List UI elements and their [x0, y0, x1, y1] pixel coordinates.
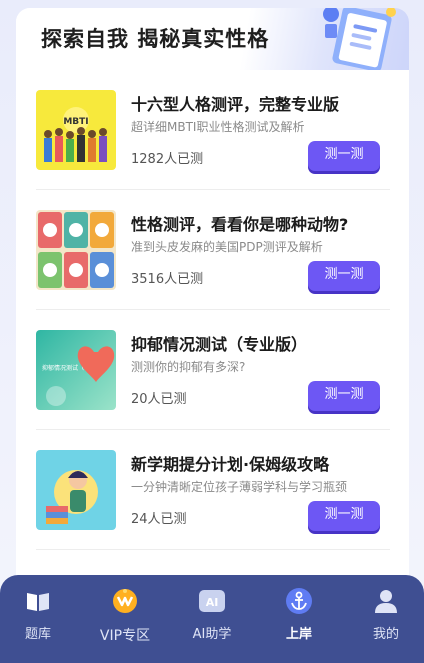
vip-crown-icon [113, 589, 137, 613]
take-test-button[interactable]: 测一测 [308, 501, 380, 531]
thumbnail-label: MBTI [63, 117, 88, 127]
book-icon [27, 593, 49, 611]
test-description: 准到头皮发麻的美国PDP测评及解析 [131, 240, 323, 254]
test-description: 超详细MBTI职业性格测试及解析 [131, 120, 305, 134]
test-title: 十六型人格测评，完整专业版 [131, 95, 340, 114]
test-count: 1282人已测 [131, 152, 204, 167]
list-item[interactable]: 抑郁情况测试（专业版） 抑郁情况测试（专业版） 测测你的抑郁有多深? 20人已测… [36, 310, 390, 430]
ai-icon: AI [199, 590, 225, 612]
animal-cards-thumbnail [36, 210, 116, 290]
tab-label: 我的 [372, 627, 399, 642]
take-test-button[interactable]: 测一测 [308, 141, 380, 171]
tab-label: VIP专区 [99, 628, 151, 644]
mbti-thumbnail: MBTI [36, 90, 116, 170]
take-test-button[interactable]: 测一测 [308, 381, 380, 411]
test-title: 抑郁情况测试（专业版） [131, 335, 308, 354]
banner-title: 探索自我 揭秘真实性格 [41, 27, 270, 51]
profile-icon [375, 590, 397, 613]
banner: 探索自我 揭秘真实性格 [16, 8, 409, 70]
tab-label: AI助学 [192, 627, 232, 642]
tab-label: 题库 [24, 627, 51, 642]
test-count: 3516人已测 [131, 272, 204, 287]
test-center-page: 探索自我 揭秘真实性格 MBTI 十六型人格测评，完整专业版 超详细MBTI职业… [0, 0, 424, 663]
study-plan-thumbnail [36, 450, 116, 530]
list-item[interactable]: 性格测评，看看你是哪种动物? 准到头皮发麻的美国PDP测评及解析 3516人已测… [36, 190, 390, 310]
clipboard-illustration-icon [323, 8, 396, 70]
tab-anchor-active[interactable]: 上岸 [257, 575, 341, 663]
test-title: 性格测评，看看你是哪种动物? [131, 215, 349, 234]
take-test-button[interactable]: 测一测 [308, 261, 380, 291]
tab-question-bank[interactable]: 题库 [0, 575, 80, 663]
tab-profile[interactable]: 我的 [344, 575, 424, 663]
test-description: 一分钟清晰定位孩子薄弱学科与学习瓶颈 [131, 480, 348, 494]
tab-label: 上岸 [285, 627, 312, 642]
tab-vip[interactable]: VIP专区 [83, 575, 167, 663]
list-item[interactable]: 新学期提分计划·保姆级攻略 一分钟清晰定位孩子薄弱学科与学习瓶颈 24人已测 测… [36, 430, 390, 550]
tab-ai-study[interactable]: AI AI助学 [170, 575, 254, 663]
anchor-icon [286, 588, 312, 614]
test-count: 24人已测 [131, 512, 187, 527]
depression-test-thumbnail: 抑郁情况测试（专业版） [36, 330, 116, 410]
test-count: 20人已测 [131, 392, 187, 407]
test-description: 测测你的抑郁有多深? [131, 360, 246, 374]
test-list: MBTI 十六型人格测评，完整专业版 超详细MBTI职业性格测试及解析 1282… [36, 70, 390, 550]
svg-text:AI: AI [206, 596, 219, 609]
bottom-tab-bar: 题库 VIP专区 AI AI助学 上岸 我的 [0, 575, 424, 663]
test-title: 新学期提分计划·保姆级攻略 [131, 455, 330, 474]
list-item[interactable]: MBTI 十六型人格测评，完整专业版 超详细MBTI职业性格测试及解析 1282… [36, 70, 390, 190]
